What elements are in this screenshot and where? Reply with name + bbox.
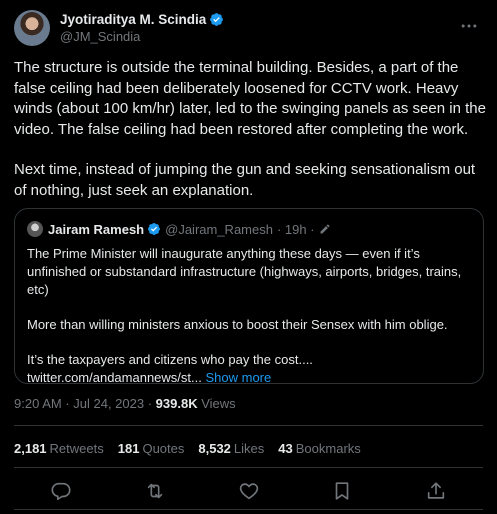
tweet-text: The structure is outside the terminal bu… xyxy=(14,58,486,221)
quoted-tweet-text: The Prime Minister will inaugurate anyth… xyxy=(27,245,471,387)
quoted-author-handle[interactable]: @Jairam_Ramesh xyxy=(165,222,273,237)
author-avatar[interactable] xyxy=(14,10,50,46)
quoted-link[interactable]: twitter.com/andamannews/st... xyxy=(27,370,202,385)
author-info: Jyotiraditya M. Scindia @JM_Scindia xyxy=(60,12,224,44)
tweet-paragraph: Next time, instead of jumping the gun an… xyxy=(14,161,476,199)
engagement-stats: 2,181 Retweets 181 Quotes 8,532 Likes 43 Boo… xyxy=(14,441,361,456)
quoted-paragraph: More than willing ministers anxious to b… xyxy=(27,317,448,332)
quoted-paragraph: It’s the taxpayers and citizens who pay … xyxy=(27,351,471,387)
author-name-row: Jyotiraditya M. Scindia xyxy=(60,12,224,27)
quoted-paragraph: The Prime Minister will inaugurate anyth… xyxy=(27,246,462,297)
likes-stat[interactable]: 8,532 Likes xyxy=(198,441,264,456)
tweet-meta: 9:20 AM · Jul 24, 2023 · 939.8K Views xyxy=(14,396,236,411)
quoted-line: It’s the taxpayers and citizens who pay … xyxy=(27,352,313,367)
verified-badge-icon xyxy=(210,13,224,26)
quoted-tweet-time: · 19h · xyxy=(276,221,315,237)
tweet-header: Jyotiraditya M. Scindia @JM_Scindia xyxy=(14,8,483,48)
more-options-icon[interactable] xyxy=(459,16,479,36)
edited-pencil-icon xyxy=(320,224,330,234)
retweet-icon[interactable] xyxy=(144,480,166,502)
tweet-paragraph: The structure is outside the terminal bu… xyxy=(14,59,486,138)
verified-badge-icon xyxy=(148,223,161,235)
views-count: 939.8K xyxy=(155,396,198,411)
like-icon[interactable] xyxy=(238,480,260,502)
author-display-name[interactable]: Jyotiraditya M. Scindia xyxy=(60,12,206,27)
reply-icon[interactable] xyxy=(50,480,72,502)
views-label: Views xyxy=(201,396,236,411)
action-bar xyxy=(50,480,447,502)
quoted-tweet-header: Jairam Ramesh @Jairam_Ramesh · 19h · xyxy=(27,219,471,239)
bookmarks-stat[interactable]: 43 Bookmarks xyxy=(278,441,361,456)
retweets-stat[interactable]: 2,181 Retweets xyxy=(14,441,104,456)
divider xyxy=(14,467,483,468)
quoted-author-display-name[interactable]: Jairam Ramesh xyxy=(48,222,144,237)
bookmark-icon[interactable] xyxy=(331,480,353,502)
divider xyxy=(14,509,483,510)
quoted-author-avatar[interactable] xyxy=(27,221,43,237)
tweet-timestamp[interactable]: 9:20 AM · Jul 24, 2023 · xyxy=(14,396,152,411)
show-more-link[interactable]: Show more xyxy=(205,370,271,385)
author-handle[interactable]: @JM_Scindia xyxy=(60,29,224,44)
share-icon[interactable] xyxy=(425,480,447,502)
quoted-tweet[interactable]: Jairam Ramesh @Jairam_Ramesh · 19h · The… xyxy=(14,208,484,387)
quotes-stat[interactable]: 181 Quotes xyxy=(118,441,185,456)
divider xyxy=(14,425,483,426)
